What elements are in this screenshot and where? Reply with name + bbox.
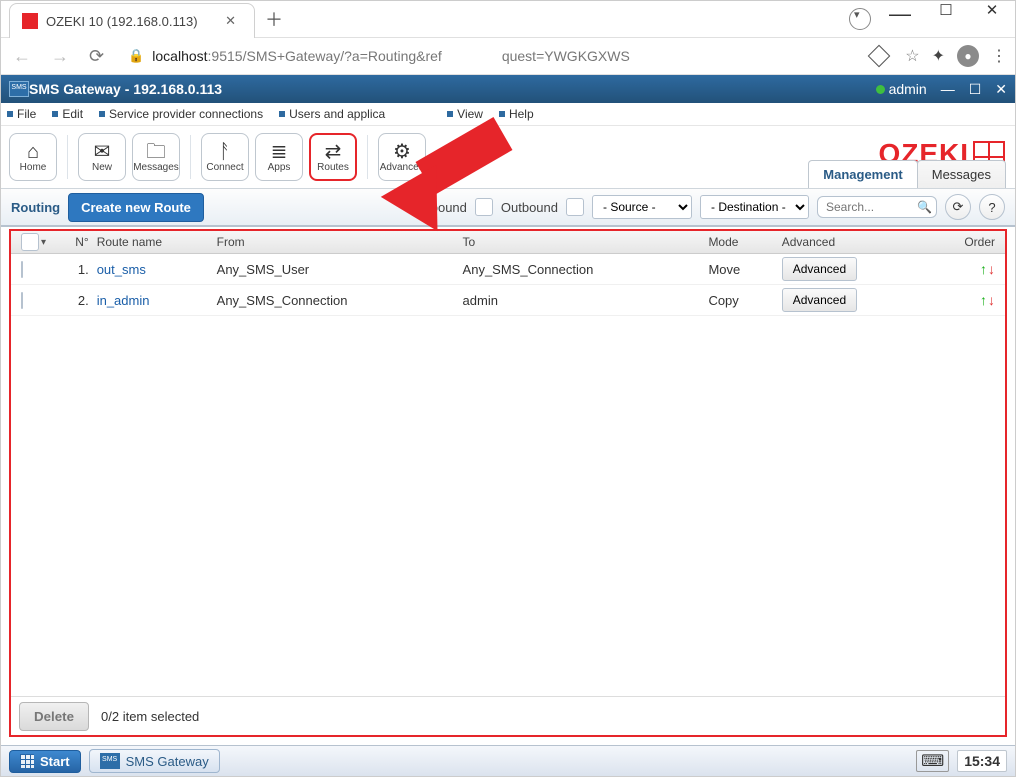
move-down-icon[interactable]: ↓ bbox=[988, 261, 995, 277]
app-title: SMS Gateway - 192.168.0.113 bbox=[29, 81, 222, 97]
window-close-icon[interactable]: ✕ bbox=[969, 1, 1015, 37]
col-mode[interactable]: Mode bbox=[704, 235, 777, 249]
menu-help[interactable]: Help bbox=[499, 107, 534, 121]
table-row[interactable]: 1. out_sms Any_SMS_User Any_SMS_Connecti… bbox=[11, 254, 1005, 285]
row-advanced-button[interactable]: Advanced bbox=[782, 288, 857, 312]
app-frame: SMS SMS Gateway - 192.168.0.113 admin — … bbox=[1, 75, 1015, 776]
new-tab-button[interactable]: ＋ bbox=[255, 2, 293, 36]
window-minimize-icon[interactable]: — bbox=[877, 1, 923, 37]
browser-navbar: ← → ⟳ 🔒 localhost :9515 /SMS+Gateway/?a=… bbox=[1, 38, 1015, 75]
nav-back-icon[interactable]: ← bbox=[9, 46, 35, 67]
tool-advanced[interactable]: ⚙Advanced bbox=[378, 133, 426, 181]
routes-panel: ▾ N° Route name From To Mode Advanced Or… bbox=[9, 229, 1007, 737]
antenna-icon: ᚨ bbox=[219, 142, 231, 162]
menu-users[interactable]: Users and applica bbox=[279, 107, 385, 121]
chevron-down-icon[interactable]: ▾ bbox=[41, 237, 46, 248]
status-dot-icon bbox=[876, 85, 885, 94]
select-all-checkbox[interactable] bbox=[21, 233, 39, 251]
table-header: ▾ N° Route name From To Mode Advanced Or… bbox=[11, 231, 1005, 254]
app-taskbar: Start SMS SMS Gateway ⌨ 15:34 bbox=[1, 745, 1015, 776]
col-from[interactable]: From bbox=[213, 235, 459, 249]
share-icon[interactable] bbox=[868, 45, 891, 68]
table-row[interactable]: 2. in_admin Any_SMS_Connection admin Cop… bbox=[11, 285, 1005, 316]
search-icon[interactable]: 🔍 bbox=[917, 200, 932, 214]
folder-icon: 🗀 bbox=[146, 142, 166, 162]
col-order[interactable]: Order bbox=[926, 235, 999, 249]
extensions-icon[interactable]: ✦ bbox=[932, 46, 945, 66]
route-link[interactable]: in_admin bbox=[93, 293, 213, 308]
address-bar[interactable]: 🔒 localhost :9515 /SMS+Gateway/?a=Routin… bbox=[120, 48, 853, 64]
gear-icon: ⚙ bbox=[393, 142, 411, 162]
sms-icon: SMS bbox=[100, 753, 120, 769]
nav-reload-icon[interactable]: ⟳ bbox=[85, 46, 108, 67]
browser-window: OZEKI 10 (192.168.0.113) ✕ ＋ — ☐ ✕ ← → ⟳… bbox=[0, 0, 1016, 777]
tool-connect[interactable]: ᚨConnect bbox=[201, 133, 249, 181]
url-port: :9515 bbox=[208, 48, 243, 64]
route-link[interactable]: out_sms bbox=[93, 262, 213, 277]
app-maximize-icon[interactable]: ☐ bbox=[969, 81, 982, 98]
menu-edit[interactable]: Edit bbox=[52, 107, 83, 121]
grid-icon bbox=[20, 754, 34, 768]
browser-tab[interactable]: OZEKI 10 (192.168.0.113) ✕ bbox=[9, 3, 255, 39]
app-titlebar: SMS SMS Gateway - 192.168.0.113 admin — … bbox=[1, 75, 1015, 103]
browser-tabstrip: OZEKI 10 (192.168.0.113) ✕ ＋ — ☐ ✕ bbox=[1, 1, 1015, 38]
url-query: quest=YWGKGXWS bbox=[502, 48, 630, 64]
tool-routes[interactable]: ⇄Routes bbox=[309, 133, 357, 181]
app-minimize-icon[interactable]: — bbox=[941, 81, 955, 97]
profile-avatar-icon[interactable]: ● bbox=[957, 45, 979, 67]
move-up-icon[interactable]: ↑ bbox=[980, 292, 987, 308]
window-maximize-icon[interactable]: ☐ bbox=[923, 1, 969, 37]
menu-connections[interactable]: Service provider connections bbox=[99, 107, 263, 121]
home-icon: ⌂ bbox=[27, 142, 39, 162]
menu-file[interactable]: File bbox=[7, 107, 36, 121]
url-path: /SMS+Gateway/?a=Routing&ref bbox=[243, 48, 442, 64]
row-checkbox[interactable] bbox=[21, 292, 23, 309]
row-advanced-button[interactable]: Advanced bbox=[782, 257, 857, 281]
menu-view[interactable]: View bbox=[447, 107, 483, 121]
tool-home[interactable]: ⌂Home bbox=[9, 133, 57, 181]
col-advanced[interactable]: Advanced bbox=[778, 235, 926, 249]
right-tabs: Management Messages bbox=[808, 164, 1005, 188]
app-menubar: File Edit Service provider connections U… bbox=[1, 103, 1015, 126]
browser-menu-icon[interactable]: ⋮ bbox=[991, 46, 1007, 66]
move-up-icon[interactable]: ↑ bbox=[980, 261, 987, 277]
tool-apps[interactable]: ≣Apps bbox=[255, 133, 303, 181]
tool-new[interactable]: ✉New bbox=[78, 133, 126, 181]
new-icon: ✉ bbox=[94, 142, 111, 162]
toolbar: ⌂Home ✉New 🗀Messages ᚨConnect ≣Apps ⇄Rou… bbox=[1, 126, 426, 188]
user-label[interactable]: admin bbox=[889, 81, 927, 97]
nav-forward-icon[interactable]: → bbox=[47, 46, 73, 67]
bookmark-icon[interactable]: ☆ bbox=[905, 46, 919, 66]
col-to[interactable]: To bbox=[459, 235, 705, 249]
tab-messages[interactable]: Messages bbox=[917, 160, 1006, 188]
col-number[interactable]: N° bbox=[66, 235, 93, 249]
close-tab-icon[interactable]: ✕ bbox=[219, 11, 242, 31]
table-footer: Delete 0/2 item selected bbox=[11, 696, 1005, 735]
row-checkbox[interactable] bbox=[21, 261, 23, 278]
favicon bbox=[22, 13, 38, 29]
move-down-icon[interactable]: ↓ bbox=[988, 292, 995, 308]
clock: 15:34 bbox=[957, 750, 1007, 772]
task-sms-gateway[interactable]: SMS SMS Gateway bbox=[89, 749, 220, 773]
delete-button[interactable]: Delete bbox=[19, 702, 89, 731]
tab-title: OZEKI 10 (192.168.0.113) bbox=[46, 14, 219, 29]
routes-icon: ⇄ bbox=[325, 142, 342, 162]
url-host: localhost bbox=[152, 48, 207, 64]
selection-count: 0/2 item selected bbox=[101, 709, 199, 724]
app-icon: SMS bbox=[9, 81, 29, 97]
tool-messages[interactable]: 🗀Messages bbox=[132, 133, 180, 181]
database-icon: ≣ bbox=[271, 142, 288, 162]
keyboard-icon[interactable]: ⌨ bbox=[916, 750, 949, 772]
lock-icon: 🔒 bbox=[128, 48, 144, 64]
col-name[interactable]: Route name bbox=[93, 235, 213, 249]
start-button[interactable]: Start bbox=[9, 750, 81, 773]
tab-management[interactable]: Management bbox=[808, 160, 917, 188]
tab-overflow-icon[interactable] bbox=[849, 8, 871, 30]
app-close-icon[interactable]: ✕ bbox=[995, 81, 1007, 98]
